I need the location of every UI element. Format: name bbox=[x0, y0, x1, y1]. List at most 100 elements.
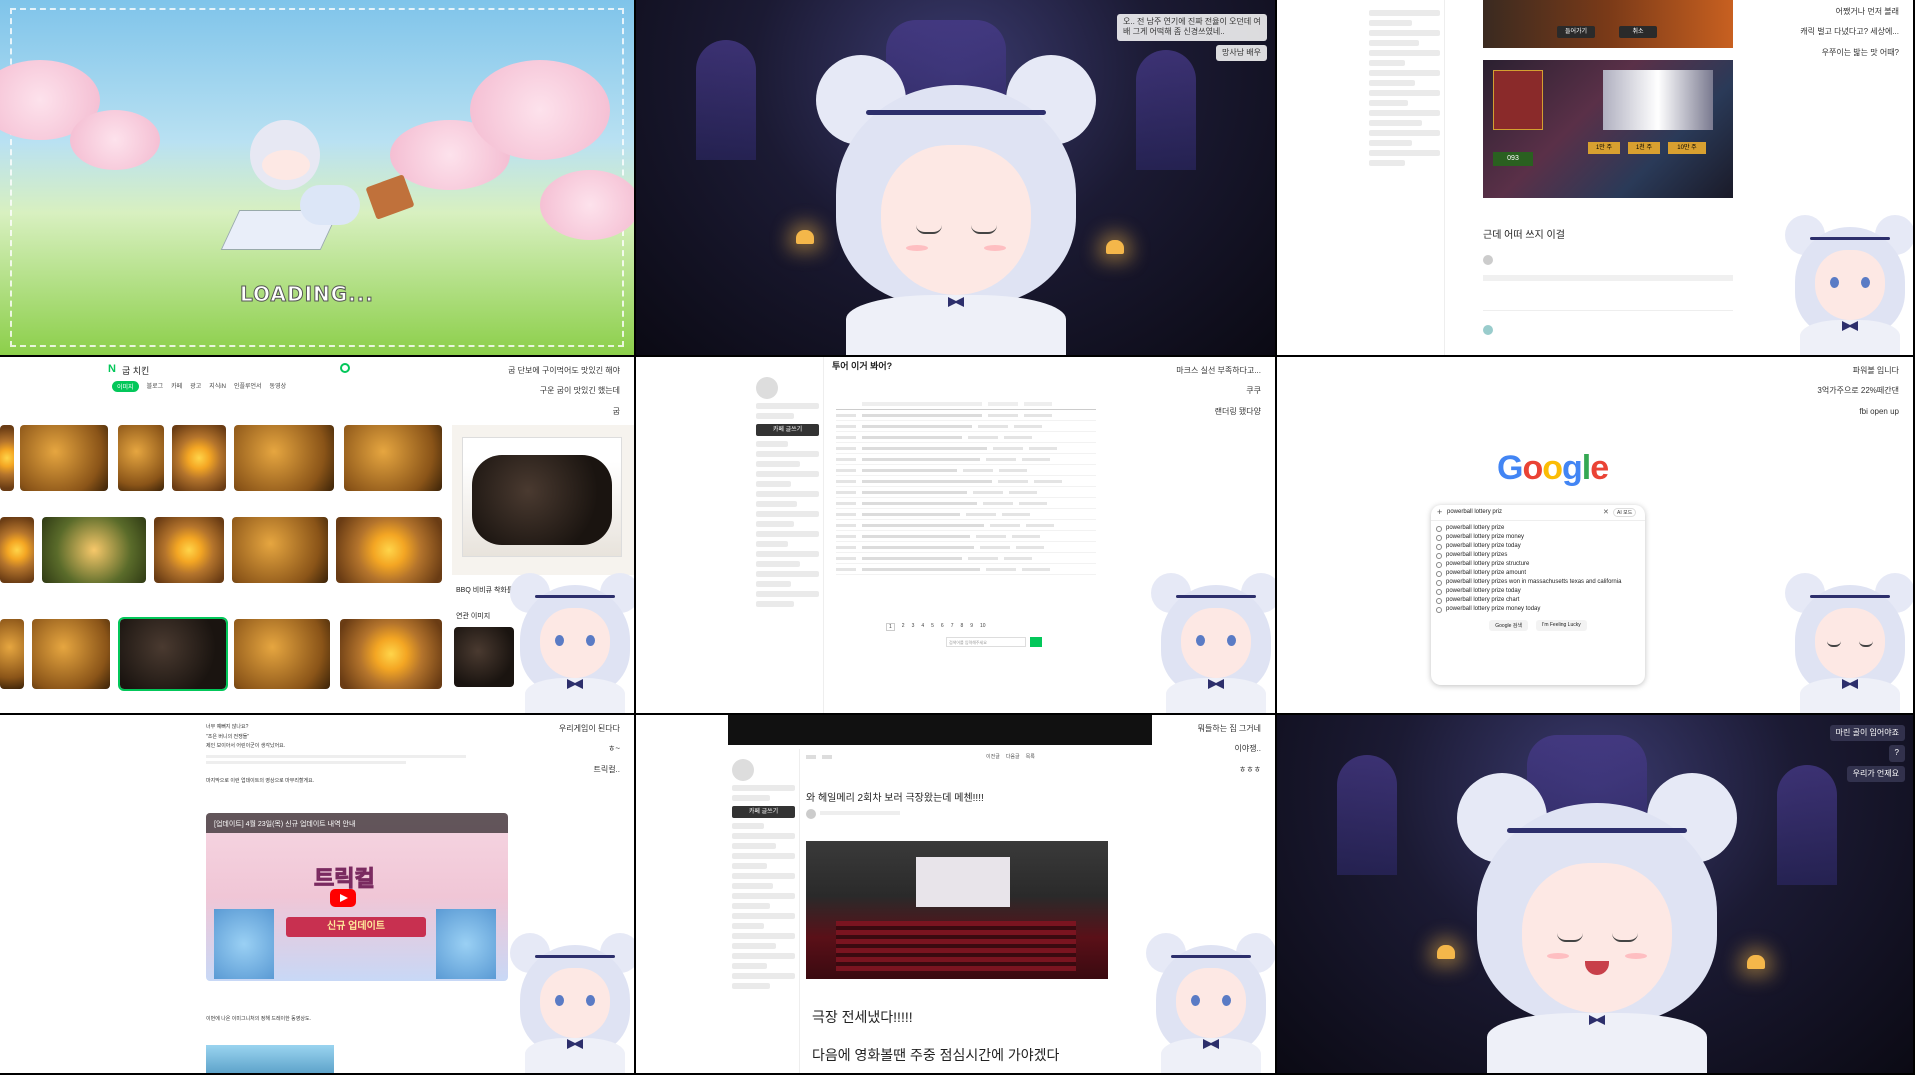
post-line: 마지막으로 이런 업데이트의 영상으로 마무리할게요. bbox=[206, 777, 315, 784]
search-result-image[interactable] bbox=[336, 517, 442, 583]
chat-message: fbi open up bbox=[1853, 403, 1905, 421]
chat-message: 어쨌거나 먼저 볼래 bbox=[1829, 4, 1905, 21]
search-query[interactable]: 굽 치킨 bbox=[122, 364, 149, 377]
tab-ad[interactable]: 광고 bbox=[190, 381, 201, 392]
board-search-input[interactable]: 검색어를 입력해주세요 bbox=[946, 637, 1026, 647]
google-logo: Google bbox=[1497, 449, 1609, 487]
game-enter-button[interactable]: 들어가기 bbox=[1557, 26, 1595, 38]
stained-window bbox=[696, 40, 756, 160]
naver-logo-icon[interactable]: N bbox=[108, 363, 116, 375]
feeling-lucky-button[interactable]: I'm Feeling Lucky bbox=[1535, 620, 1587, 631]
post-line: 제인 보이아서 어린이군이 생각났어요. bbox=[206, 743, 286, 749]
tab-cafe[interactable]: 카페 bbox=[171, 381, 182, 392]
page-link[interactable]: 5 bbox=[931, 623, 934, 631]
search-result-image[interactable] bbox=[172, 425, 226, 491]
tab-image[interactable]: 이미지 bbox=[112, 381, 139, 392]
page-link[interactable]: 10 bbox=[980, 623, 986, 631]
search-result-image[interactable] bbox=[340, 619, 442, 689]
search-result-image[interactable] bbox=[234, 425, 334, 491]
page-link[interactable]: 8 bbox=[960, 623, 963, 631]
chat-message: 오.. 전 남주 연기에 진짜 전율이 오던데 여배 그게 어떡해 좀 신경쓰였… bbox=[1117, 14, 1267, 41]
table-row[interactable] bbox=[836, 465, 1096, 476]
search-result-image[interactable] bbox=[20, 425, 108, 491]
page-link[interactable]: 6 bbox=[941, 623, 944, 631]
suggestion-item[interactable]: powerball lottery prizes won in massachu… bbox=[1431, 578, 1645, 587]
related-image[interactable] bbox=[454, 627, 514, 687]
suggestion-item[interactable]: powerball lottery prize today bbox=[1431, 542, 1645, 551]
prev-post-link[interactable]: 이전글 bbox=[986, 753, 1000, 760]
search-input[interactable]: powerball lottery priz bbox=[1447, 509, 1502, 515]
tab-blog[interactable]: 블로그 bbox=[147, 381, 164, 392]
chat-message: 트릭컬.. bbox=[587, 761, 626, 779]
page-link[interactable]: 3 bbox=[912, 623, 915, 631]
page-link[interactable]: 1 bbox=[886, 623, 895, 631]
suggestion-item[interactable]: powerball lottery prize money today bbox=[1431, 605, 1645, 614]
table-row[interactable] bbox=[836, 487, 1096, 498]
search-result-image[interactable] bbox=[234, 619, 330, 689]
cafe-write-button[interactable]: 카페 글쓰기 bbox=[756, 424, 819, 436]
blush bbox=[1625, 953, 1647, 959]
table-row[interactable] bbox=[836, 509, 1096, 520]
video-embed[interactable]: [업데이트] 4월 23일(목) 신규 업데이트 내역 안내 트릭컬 신규 업데… bbox=[206, 813, 508, 981]
table-row[interactable] bbox=[836, 520, 1096, 531]
cinema-screen bbox=[916, 857, 1010, 907]
tab-influencer[interactable]: 인플루언서 bbox=[234, 381, 262, 392]
search-result-image[interactable] bbox=[344, 425, 442, 491]
table-row[interactable] bbox=[836, 531, 1096, 542]
page-link[interactable]: 2 bbox=[902, 623, 905, 631]
table-row[interactable] bbox=[836, 476, 1096, 487]
table-row[interactable] bbox=[836, 564, 1096, 575]
clear-icon[interactable]: ✕ bbox=[1603, 508, 1609, 516]
preview-caption[interactable]: BBQ 비비큐 착화틀 bbox=[456, 585, 513, 595]
suggestion-item[interactable]: powerball lottery prizes bbox=[1431, 551, 1645, 560]
chat-message: 캐릭 벌고 다녔다고? 세상에... bbox=[1794, 24, 1905, 41]
table-row[interactable] bbox=[836, 410, 1096, 421]
table-row[interactable] bbox=[836, 443, 1096, 454]
lamp bbox=[1747, 955, 1765, 969]
suggestion-item[interactable]: powerball lottery prize bbox=[1431, 524, 1645, 533]
page-link[interactable]: 7 bbox=[951, 623, 954, 631]
table-row[interactable] bbox=[836, 542, 1096, 553]
suggestion-item[interactable]: powerball lottery prize money bbox=[1431, 533, 1645, 542]
table-row[interactable] bbox=[836, 432, 1096, 443]
cafe-write-button[interactable]: 카페 글쓰기 bbox=[732, 806, 795, 818]
table-row[interactable] bbox=[836, 553, 1096, 564]
ai-mode-button[interactable]: AI 모드 bbox=[1613, 508, 1637, 517]
suggestion-item[interactable]: powerball lottery prize amount bbox=[1431, 569, 1645, 578]
suggestion-item[interactable]: powerball lottery prize structure bbox=[1431, 560, 1645, 569]
post-line: 극장 전세냈다!!!!! bbox=[812, 1009, 913, 1025]
search-icon[interactable] bbox=[1030, 637, 1042, 647]
table-row[interactable] bbox=[836, 498, 1096, 509]
play-icon[interactable] bbox=[330, 889, 356, 907]
search-result-image[interactable] bbox=[118, 425, 164, 491]
tab-video[interactable]: 동영상 bbox=[270, 381, 287, 392]
search-result-image[interactable] bbox=[32, 619, 110, 689]
list-link[interactable]: 목록 bbox=[1026, 753, 1035, 760]
google-search-button[interactable]: Google 검색 bbox=[1489, 620, 1528, 631]
table-row[interactable] bbox=[836, 421, 1096, 432]
game-character bbox=[1603, 70, 1713, 130]
search-result-image[interactable] bbox=[232, 517, 328, 583]
face bbox=[1522, 863, 1672, 1013]
stream-collage: LOADING... 오.. 전 남주 연기에 진짜 전율이 오던데 여배 그게… bbox=[0, 0, 1915, 1075]
post-title: 근데 어떠 쓰지 이걸 bbox=[1483, 230, 1565, 241]
search-result-image[interactable] bbox=[42, 517, 146, 583]
suggestion-item[interactable]: powerball lottery prize today bbox=[1431, 587, 1645, 596]
chat-overlay: 굽 단보에 구이먹어도 맛있긴 해야 구운 굽이 맛있긴 했는데 굽 bbox=[502, 363, 626, 421]
search-result-image[interactable] bbox=[154, 517, 224, 583]
game-card bbox=[1493, 70, 1543, 130]
tab-kin[interactable]: 지식iN bbox=[209, 381, 226, 392]
next-post-link[interactable]: 다음글 bbox=[1006, 753, 1020, 760]
post-line: 너무 예뻐지 않나요? bbox=[206, 724, 249, 730]
page-link[interactable]: 4 bbox=[921, 623, 924, 631]
game-cancel-button[interactable]: 취소 bbox=[1619, 26, 1657, 38]
lamp bbox=[1106, 240, 1124, 254]
suggestion-item[interactable]: powerball lottery prize chart bbox=[1431, 596, 1645, 605]
table-row[interactable] bbox=[836, 454, 1096, 465]
search-result-image-selected[interactable] bbox=[118, 617, 228, 691]
page-link[interactable]: 9 bbox=[970, 623, 973, 631]
chat-overlay: 오.. 전 남주 연기에 진짜 전율이 오던데 여배 그게 어떡해 좀 신경쓰였… bbox=[1117, 14, 1267, 62]
post-image bbox=[206, 1045, 334, 1073]
search-icon[interactable] bbox=[340, 363, 350, 373]
plus-icon[interactable]: + bbox=[1437, 507, 1442, 517]
